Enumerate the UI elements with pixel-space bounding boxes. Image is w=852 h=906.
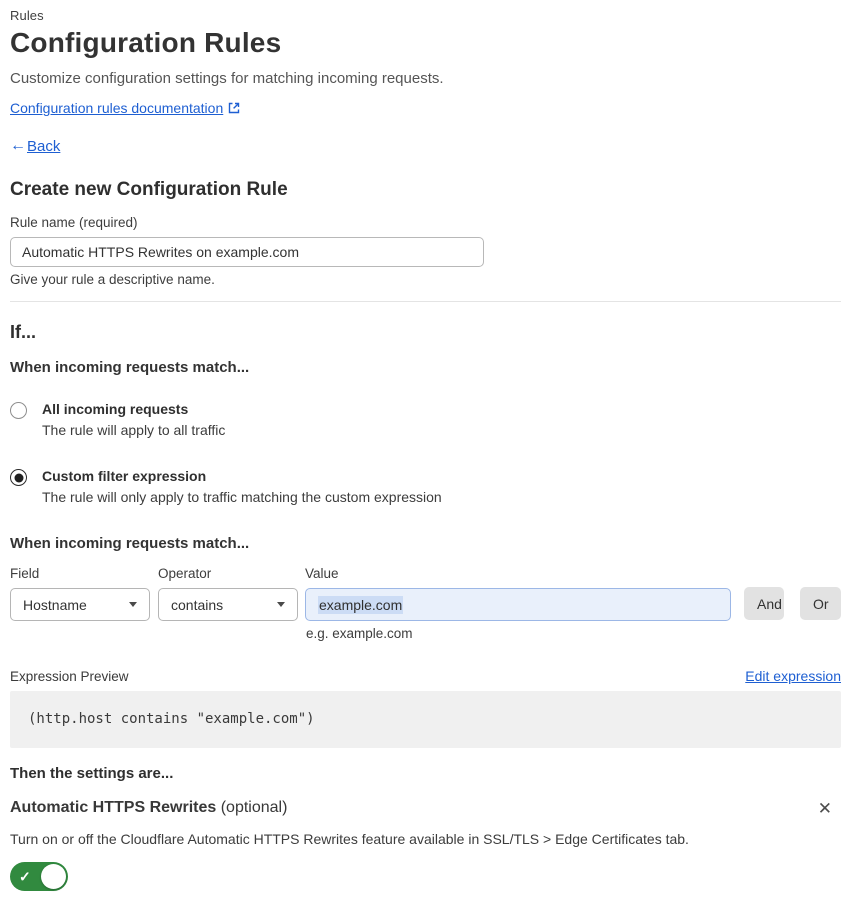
expression-preview-label: Expression Preview (10, 669, 129, 684)
section-divider (10, 301, 841, 302)
value-input[interactable]: example.com (305, 588, 731, 621)
back-link[interactable]: Back (27, 138, 60, 155)
radio-option-label: Custom filter expression (42, 468, 207, 484)
radio-option-description: The rule will apply to all traffic (42, 422, 226, 438)
value-label: Value (305, 566, 339, 581)
radio-option-custom-filter[interactable]: Custom filter expression The rule will o… (10, 468, 841, 505)
setting-description: Turn on or off the Cloudflare Automatic … (10, 831, 689, 847)
expression-builder-heading: When incoming requests match... (10, 535, 250, 552)
radio-unselected-icon[interactable] (10, 402, 27, 419)
or-button[interactable]: Or (800, 587, 841, 620)
rule-name-help: Give your rule a descriptive name. (10, 272, 215, 287)
create-rule-heading: Create new Configuration Rule (10, 179, 288, 200)
close-icon[interactable]: ✕ (814, 799, 836, 820)
operator-label: Operator (158, 566, 212, 581)
radio-option-all-requests[interactable]: All incoming requests The rule will appl… (10, 401, 841, 438)
automatic-https-rewrites-toggle[interactable]: ✓ (10, 862, 68, 891)
documentation-link[interactable]: Configuration rules documentation (10, 100, 223, 116)
match-heading: When incoming requests match... (10, 359, 250, 376)
radio-option-label: All incoming requests (42, 401, 189, 417)
operator-select-value: contains (171, 596, 224, 613)
value-input-text: example.com (318, 595, 404, 614)
chevron-down-icon (277, 602, 285, 607)
page-subtitle: Customize configuration settings for mat… (10, 70, 444, 87)
breadcrumb: Rules (10, 8, 44, 23)
setting-optional-label: (optional) (216, 799, 288, 816)
toggle-knob (41, 864, 66, 889)
check-icon: ✓ (19, 868, 31, 884)
rule-name-input[interactable] (10, 237, 484, 267)
back-arrow-icon: ← (10, 137, 26, 154)
radio-selected-icon[interactable] (10, 469, 27, 486)
external-link-icon (228, 102, 240, 114)
operator-select[interactable]: contains (158, 588, 298, 621)
field-select-value: Hostname (23, 596, 87, 613)
radio-option-description: The rule will only apply to traffic matc… (42, 489, 442, 505)
then-settings-heading: Then the settings are... (10, 765, 174, 782)
configuration-rules-page: Rules Configuration Rules Customize conf… (0, 0, 852, 891)
rule-name-label: Rule name (required) (10, 215, 138, 230)
and-button[interactable]: And (744, 587, 784, 620)
chevron-down-icon (129, 602, 137, 607)
setting-name: Automatic HTTPS Rewrites (10, 799, 217, 816)
page-title: Configuration Rules (10, 27, 282, 58)
edit-expression-link[interactable]: Edit expression (745, 668, 841, 684)
if-heading: If... (10, 322, 36, 342)
setting-title: Automatic HTTPS Rewrites (optional) (10, 799, 287, 817)
expression-preview-code: (http.host contains "example.com") (10, 691, 841, 748)
value-help-text: e.g. example.com (306, 626, 413, 641)
field-label: Field (10, 566, 40, 581)
field-select[interactable]: Hostname (10, 588, 150, 621)
